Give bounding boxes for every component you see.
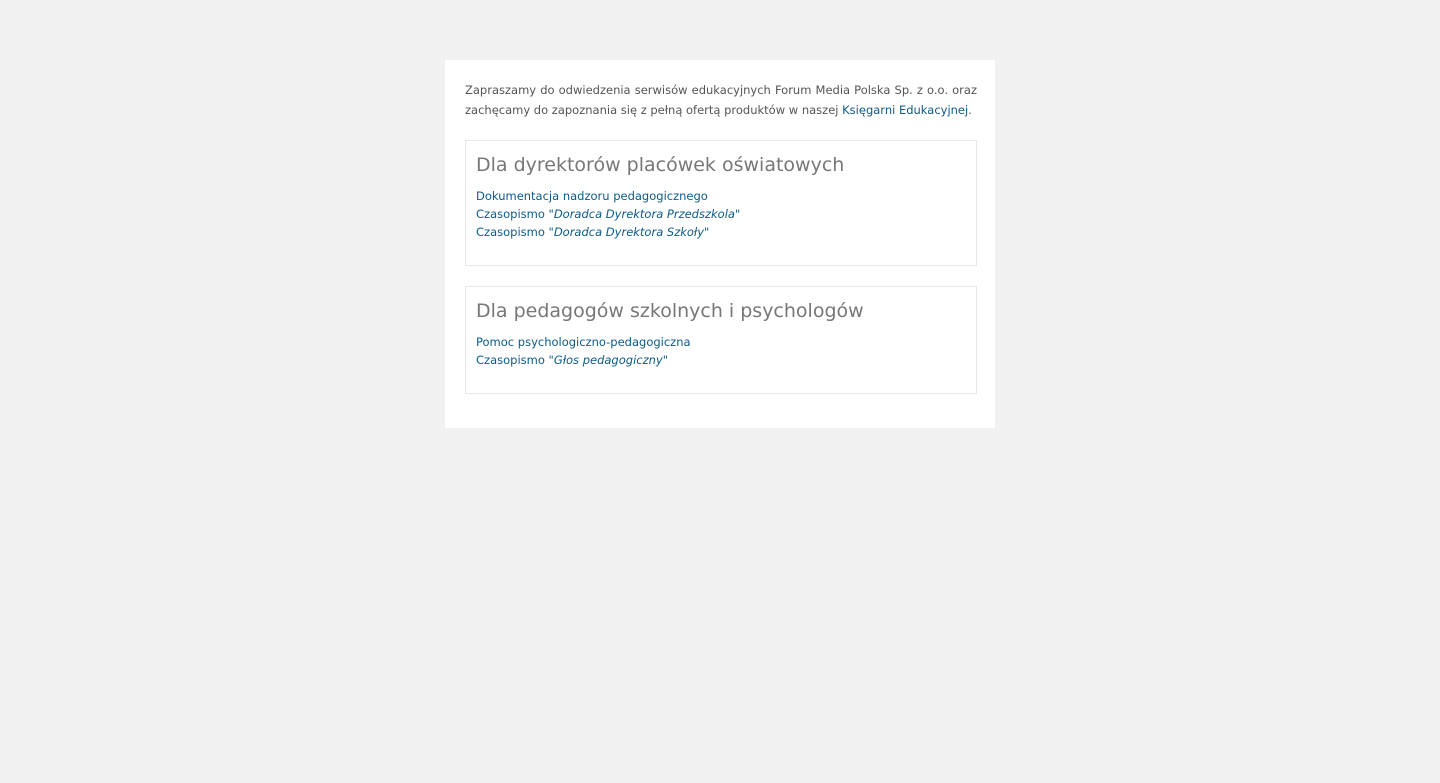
- link-suffix: ": [662, 353, 669, 367]
- main-card: Zapraszamy do odwiedzenia serwisów eduka…: [445, 60, 995, 428]
- link-pedagogical-voice[interactable]: Czasopismo "Głos pedagogiczny": [476, 351, 966, 369]
- pedagogues-section-title: Dla pedagogów szkolnych i psychologów: [476, 300, 864, 322]
- magazine-title: Doradca Dyrektora Szkoły: [553, 225, 705, 239]
- link-prefix: Czasopismo ": [476, 207, 554, 221]
- magazine-title: Doradca Dyrektora Przedszkola: [553, 207, 735, 221]
- directors-links: Dokumentacja nadzoru pedagogicznego Czas…: [476, 187, 966, 241]
- bookstore-link[interactable]: Księgarni Edukacyjnej: [842, 103, 968, 117]
- intro-suffix: .: [968, 103, 972, 117]
- link-prefix: Czasopismo ": [476, 225, 554, 239]
- magazine-title: Głos pedagogiczny: [553, 353, 663, 367]
- pedagogues-section: Dla pedagogów szkolnych i psychologów Po…: [465, 286, 977, 394]
- link-psychological-pedagogical-help[interactable]: Pomoc psychologiczno-pedagogiczna: [476, 333, 966, 351]
- link-prefix: Czasopismo ": [476, 353, 554, 367]
- intro-paragraph: Zapraszamy do odwiedzenia serwisów eduka…: [465, 80, 977, 120]
- link-suffix: ": [734, 207, 741, 221]
- pedagogues-links: Pomoc psychologiczno-pedagogiczna Czasop…: [476, 333, 966, 369]
- link-school-director-advisor[interactable]: Czasopismo "Doradca Dyrektora Szkoły": [476, 223, 966, 241]
- link-suffix: ": [704, 225, 710, 239]
- link-pedagogical-supervision-docs[interactable]: Dokumentacja nadzoru pedagogicznego: [476, 187, 966, 205]
- directors-section-title: Dla dyrektorów placówek oświatowych: [476, 154, 845, 176]
- link-kindergarten-director-advisor[interactable]: Czasopismo "Doradca Dyrektora Przedszkol…: [476, 205, 966, 223]
- directors-section: Dla dyrektorów placówek oświatowych Doku…: [465, 140, 977, 266]
